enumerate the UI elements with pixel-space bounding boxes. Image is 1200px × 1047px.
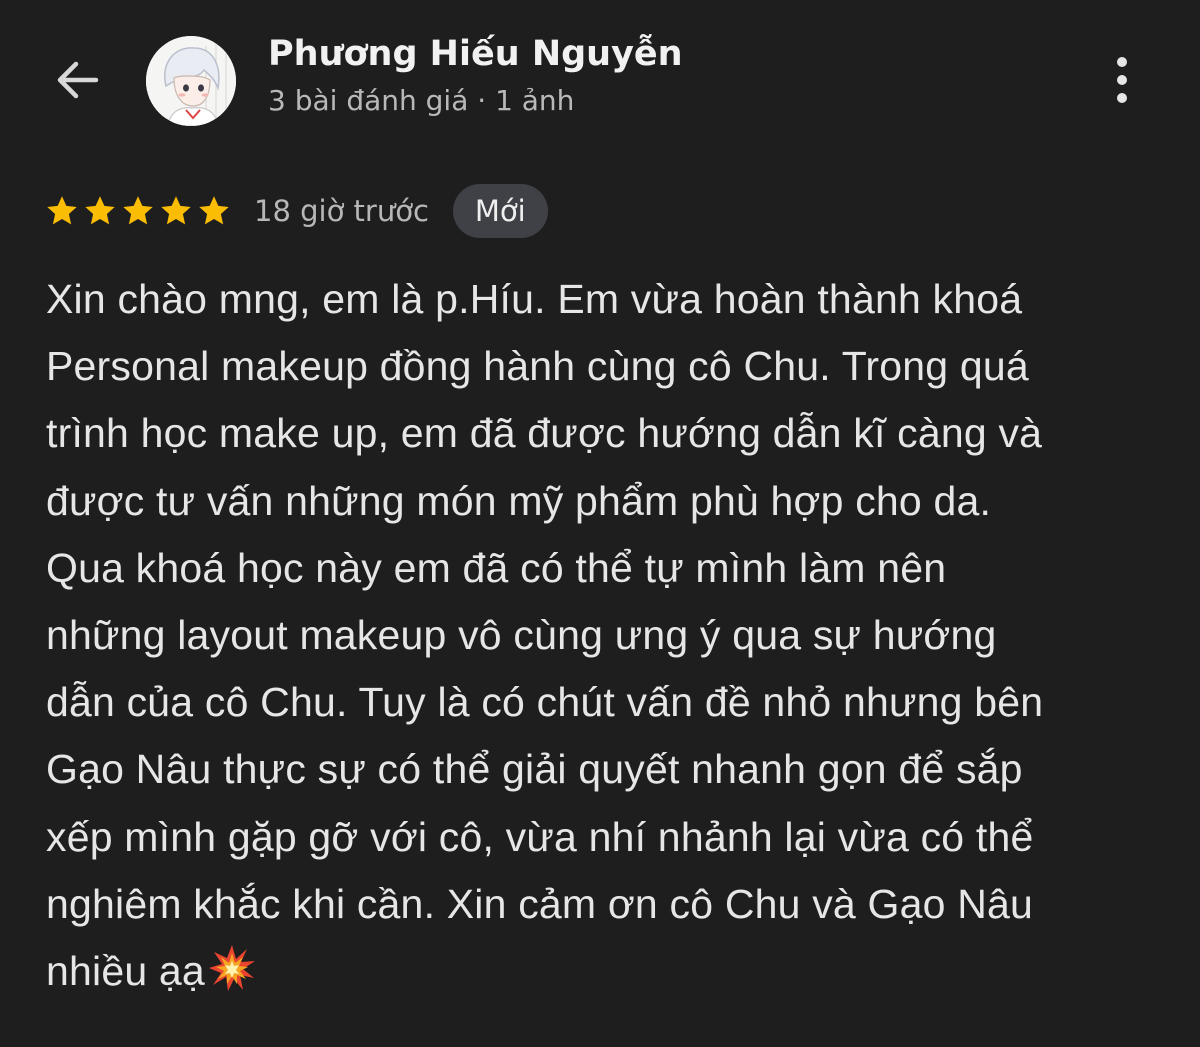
more-vertical-icon-dot <box>1117 75 1127 85</box>
review-line-text: những layout makeup vô cùng ưng ý qua sự… <box>46 612 997 659</box>
arrow-left-icon <box>57 61 99 99</box>
star-icon <box>123 196 153 225</box>
reviewer-name[interactable]: Phương Hiếu Nguyễn <box>268 34 683 74</box>
star-icon <box>199 196 229 225</box>
review-line-text: nghiêm khắc khi cần. Xin cảm ơn cô Chu v… <box>46 880 1034 927</box>
more-vertical-icon-dot <box>1117 93 1127 103</box>
review-line-text: nhiều ạạ <box>46 948 205 995</box>
back-button[interactable] <box>46 50 110 110</box>
review-line-text: Qua khoá học này em đã có thể tự mình là… <box>46 544 947 591</box>
review-line: được tư vấn những món mỹ phẩm phù hợp ch… <box>46 468 1156 535</box>
review-line-text: được tư vấn những món mỹ phẩm phù hợp ch… <box>46 477 992 524</box>
review-line: Qua khoá học này em đã có thể tự mình là… <box>46 535 1156 602</box>
review-line-text: trình học make up, em đã được hướng dẫn … <box>46 410 1043 457</box>
reviewer-stats: 3 bài đánh giá · 1 ảnh <box>268 84 575 117</box>
review-line-text: Gạo Nâu thực sự có thể giải quyết nhanh … <box>46 746 1023 793</box>
review-line: Gạo Nâu thực sự có thể giải quyết nhanh … <box>46 736 1156 803</box>
review-line: Personal makeup đồng hành cùng cô Chu. T… <box>46 333 1156 400</box>
review-line-text: dẫn của cô Chu. Tuy là có chút vấn đề nh… <box>46 679 1044 726</box>
review-text: Xin chào mng, em là p.Híu. Em vừa hoàn t… <box>46 266 1156 1005</box>
review-line-text: Personal makeup đồng hành cùng cô Chu. T… <box>46 343 1029 390</box>
review-line: dẫn của cô Chu. Tuy là có chút vấn đề nh… <box>46 669 1156 736</box>
review-line-text: xếp mình gặp gỡ với cô, vừa nhí nhảnh lạ… <box>46 813 1034 860</box>
star-icon <box>85 196 115 225</box>
review-header: Phương Hiếu Nguyễn 3 bài đánh giá · 1 ản… <box>0 0 1200 160</box>
review-meta: 18 giờ trước Mới <box>44 182 548 240</box>
review-line: xếp mình gặp gỡ với cô, vừa nhí nhảnh lạ… <box>46 804 1156 871</box>
review-line: trình học make up, em đã được hướng dẫn … <box>46 400 1156 467</box>
collision-emoji-icon <box>208 945 255 992</box>
review-line: những layout makeup vô cùng ưng ý qua sự… <box>46 602 1156 669</box>
star-icon <box>47 196 77 225</box>
review-time: 18 giờ trước <box>254 194 429 228</box>
review-line: Xin chào mng, em là p.Híu. Em vừa hoàn t… <box>46 266 1156 333</box>
star-rating <box>44 193 232 229</box>
review-line-text: Xin chào mng, em là p.Híu. Em vừa hoàn t… <box>46 276 1023 322</box>
more-options-button[interactable] <box>1098 50 1146 110</box>
review-line: nhiều ạạ <box>46 938 1156 1005</box>
avatar-image <box>146 36 236 126</box>
star-icon <box>161 196 191 225</box>
avatar[interactable] <box>146 36 236 126</box>
more-vertical-icon <box>1117 57 1127 67</box>
review-line: nghiêm khắc khi cần. Xin cảm ơn cô Chu v… <box>46 871 1156 938</box>
new-badge: Mới <box>452 184 548 238</box>
